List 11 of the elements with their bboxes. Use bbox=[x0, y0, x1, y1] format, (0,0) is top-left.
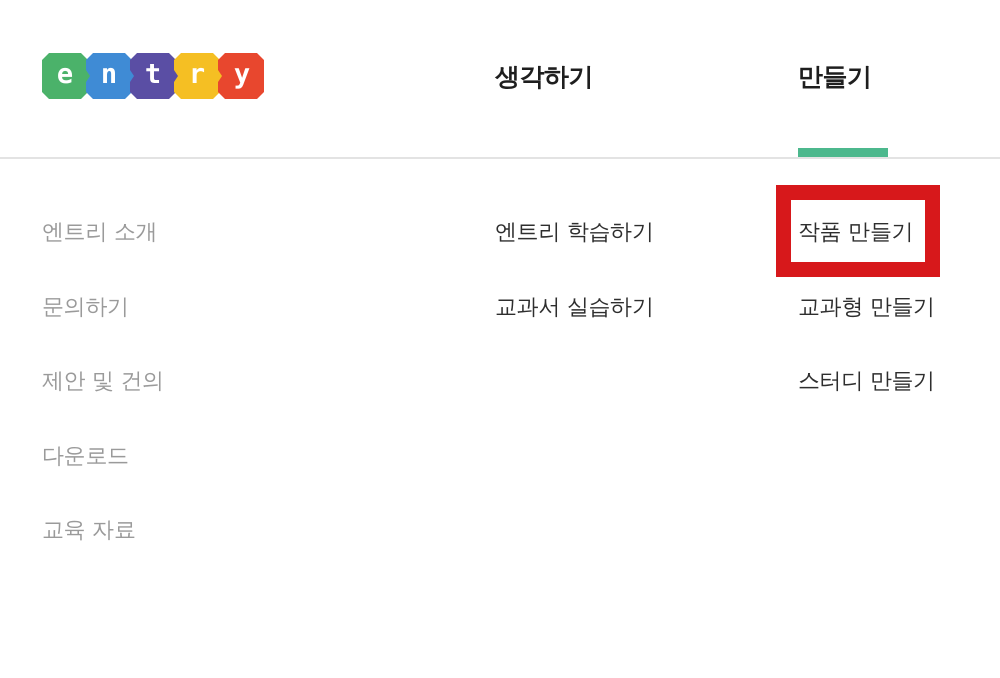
menu-link[interactable]: 교과형 만들기 bbox=[798, 292, 935, 322]
menu-link[interactable]: 작품 만들기 bbox=[798, 218, 914, 248]
menu-link[interactable]: 교과서 실습하기 bbox=[495, 292, 654, 322]
menu-link[interactable]: 엔트리 학습하기 bbox=[495, 218, 654, 248]
nav-tab[interactable]: 생각하기 bbox=[495, 0, 593, 157]
menu-link[interactable]: 스터디 만들기 bbox=[798, 367, 935, 397]
logo-letter-tile: n bbox=[86, 53, 136, 99]
logo-letter-tile: t bbox=[130, 53, 180, 99]
nav-tab[interactable]: 만들기 bbox=[798, 0, 888, 157]
logo-letter-tile: y bbox=[218, 53, 264, 99]
logo-letter-tile: e bbox=[42, 53, 92, 99]
